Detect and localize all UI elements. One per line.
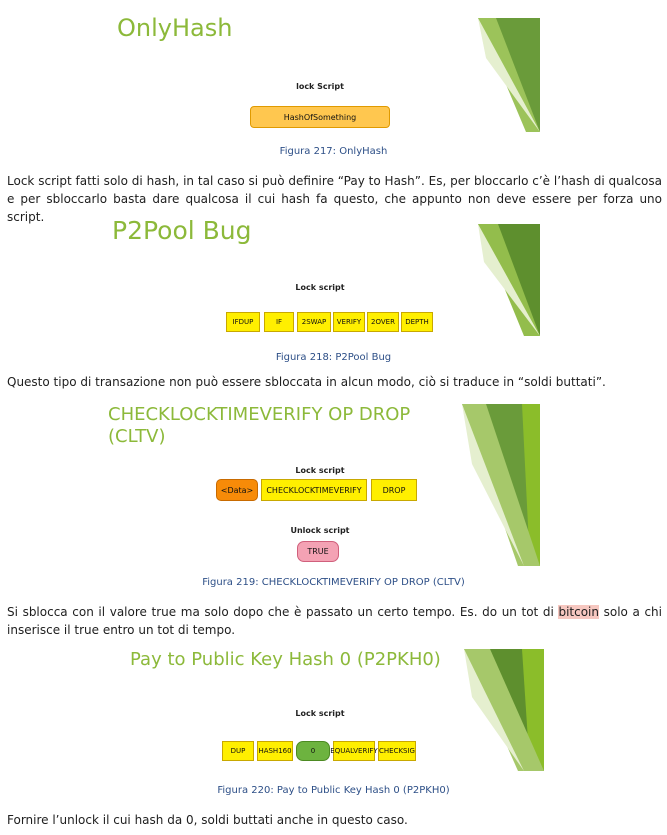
lock-script-label: Lock script xyxy=(295,709,345,718)
op-if: IF xyxy=(264,312,294,332)
op-true: TRUE xyxy=(297,541,339,562)
lock-script-label: lock Script xyxy=(296,82,344,91)
lock-script-label: Lock script xyxy=(295,466,345,475)
caption-figure-220: Figura 220: Pay to Public Key Hash 0 (P2… xyxy=(217,785,450,796)
slide-title: Pay to Public Key Hash 0 (P2PKH0) xyxy=(130,649,441,670)
figure-p2pool-bug: P2Pool Bug Lock script IFDUP IF 2SWAP VE… xyxy=(100,212,540,344)
op-2over: 2OVER xyxy=(367,312,399,332)
paragraph-text: Si sblocca con il valore true ma solo do… xyxy=(7,605,559,619)
slide-title: P2Pool Bug xyxy=(112,216,252,245)
decorative-triangles xyxy=(478,18,540,132)
caption-figure-219: Figura 219: CHECKLOCKTIMEVERIFY OP DROP … xyxy=(202,577,465,588)
op-checklocktimeverify: CHECKLOCKTIMEVERIFY xyxy=(261,479,367,501)
figure-p2pkh0: Pay to Public Key Hash 0 (P2PKH0) Lock s… xyxy=(100,643,544,773)
op-equalverify: EQUALVERIFY xyxy=(330,741,378,761)
decorative-triangles xyxy=(462,404,540,566)
op-hash160: HASH160 xyxy=(257,741,293,761)
slide-title-line2: (CLTV) xyxy=(108,426,166,447)
decorative-triangles xyxy=(478,224,540,336)
slide-title: OnlyHash xyxy=(117,14,233,42)
caption-figure-217: Figura 217: OnlyHash xyxy=(279,146,388,157)
unlock-script-label: Unlock script xyxy=(290,526,350,535)
paragraph-p2pkh0: Fornire l’unlock il cui hash da 0, soldi… xyxy=(7,813,408,827)
op-verify: VERIFY xyxy=(333,312,365,332)
op-zero: 0 xyxy=(296,741,330,761)
decorative-triangles xyxy=(464,649,544,771)
op-dup: DUP xyxy=(222,741,254,761)
op-ifdup: IFDUP xyxy=(226,312,260,332)
op-hashofsomething: HashOfSomething xyxy=(250,106,390,128)
figure-onlyhash: OnlyHash lock Script HashOfSomething xyxy=(100,0,540,140)
op-drop: DROP xyxy=(371,479,417,501)
highlighted-word: bitcoin xyxy=(558,605,599,619)
op-data: <Data> xyxy=(216,479,258,501)
paragraph-cltv: Si sblocca con il valore true ma solo do… xyxy=(7,603,662,639)
caption-figure-218: Figura 218: P2Pool Bug xyxy=(275,352,392,363)
op-2swap: 2SWAP xyxy=(297,312,331,332)
op-checksig: CHECKSIG xyxy=(378,741,416,761)
lock-script-label: Lock script xyxy=(295,283,345,292)
paragraph-p2pool: Questo tipo di transazione non può esser… xyxy=(7,375,606,389)
op-depth: DEPTH xyxy=(401,312,433,332)
slide-title-line1: CHECKLOCKTIMEVERIFY OP DROP xyxy=(108,404,411,425)
figure-cltv: CHECKLOCKTIMEVERIFY OP DROP (CLTV) Lock … xyxy=(100,400,540,570)
